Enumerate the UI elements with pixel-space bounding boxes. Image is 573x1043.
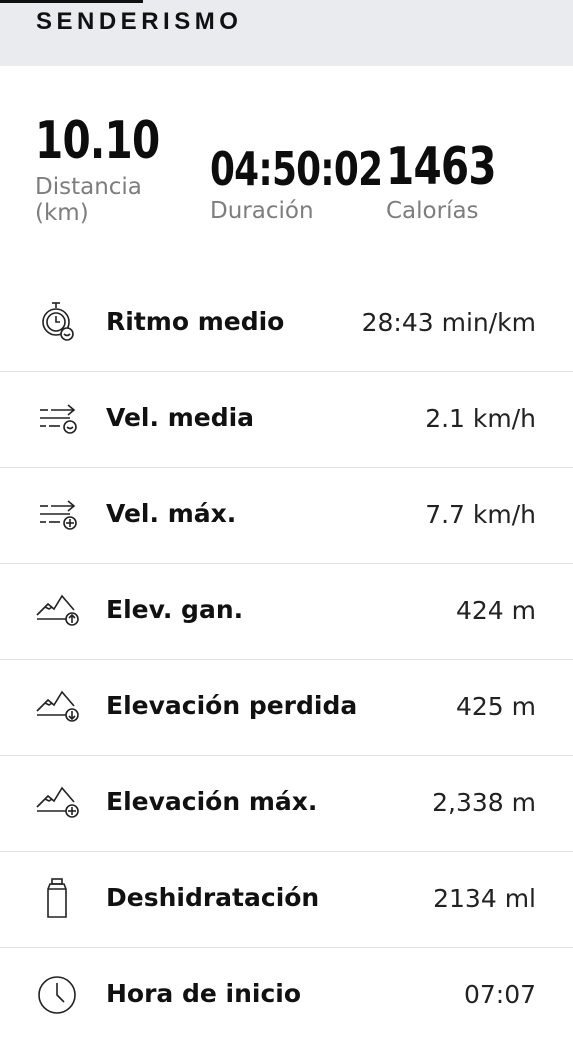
metric-label: Elev. gan. xyxy=(106,595,244,624)
metric-row-start-time: Hora de inicio 07:07 xyxy=(0,947,573,1043)
metric-value: 2134 ml xyxy=(433,884,536,913)
distance-value: 10.10 xyxy=(35,111,160,171)
metric-row-dehydration: Deshidratación 2134 ml xyxy=(0,851,573,947)
metric-value: 2,338 m xyxy=(432,788,536,817)
speed-max-icon xyxy=(34,492,80,538)
duration-value: 04:50:02 xyxy=(210,142,383,196)
metric-value: 425 m xyxy=(455,692,536,721)
metric-label: Ritmo medio xyxy=(106,307,285,336)
metric-label: Deshidratación xyxy=(106,883,320,912)
metric-row-elevation-gain: Elev. gan. 424 m xyxy=(0,563,573,659)
elevation-max-icon xyxy=(34,780,80,826)
metric-value: 7.7 km/h xyxy=(425,500,536,529)
metric-row-elevation-loss: Elevación perdida 425 m xyxy=(0,659,573,755)
distance-label: Distancia (km) xyxy=(35,174,142,226)
activity-header: SENDERISMO xyxy=(0,0,573,66)
metric-label: Hora de inicio xyxy=(106,979,302,1008)
active-tab-indicator xyxy=(0,0,143,3)
metric-value: 28:43 min/km xyxy=(361,308,536,337)
metric-label: Elevación perdida xyxy=(106,691,358,720)
metric-label: Vel. media xyxy=(106,403,255,432)
distance-stat: 10.10 Distancia (km) xyxy=(35,112,194,226)
activity-summary: 10.10 Distancia (km) 04:50:02 Duración 1… xyxy=(0,66,573,276)
stopwatch-icon xyxy=(34,300,80,346)
metric-row-max-speed: Vel. máx. 7.7 km/h xyxy=(0,467,573,563)
calories-label: Calorías xyxy=(386,198,479,224)
clock-icon xyxy=(34,972,80,1018)
activity-type-title: SENDERISMO xyxy=(36,8,243,35)
metric-label: Vel. máx. xyxy=(106,499,237,528)
metric-value: 424 m xyxy=(455,596,536,625)
metric-row-average-pace: Ritmo medio 28:43 min/km xyxy=(0,276,573,371)
metrics-list: Ritmo medio 28:43 min/km Vel. media 2.1 … xyxy=(0,276,573,1043)
water-bottle-icon xyxy=(34,876,80,922)
metric-row-max-elevation: Elevación máx. 2,338 m xyxy=(0,755,573,851)
calories-value: 1463 xyxy=(386,137,497,197)
metric-value: 07:07 xyxy=(463,980,536,1009)
metric-value: 2.1 km/h xyxy=(425,404,536,433)
calories-stat: 1463 Calorías xyxy=(386,139,527,224)
speed-average-icon xyxy=(34,396,80,442)
metric-label: Elevación máx. xyxy=(106,787,318,816)
metric-row-average-speed: Vel. media 2.1 km/h xyxy=(0,371,573,467)
elevation-gain-icon xyxy=(34,588,80,634)
elevation-loss-icon xyxy=(34,684,80,730)
